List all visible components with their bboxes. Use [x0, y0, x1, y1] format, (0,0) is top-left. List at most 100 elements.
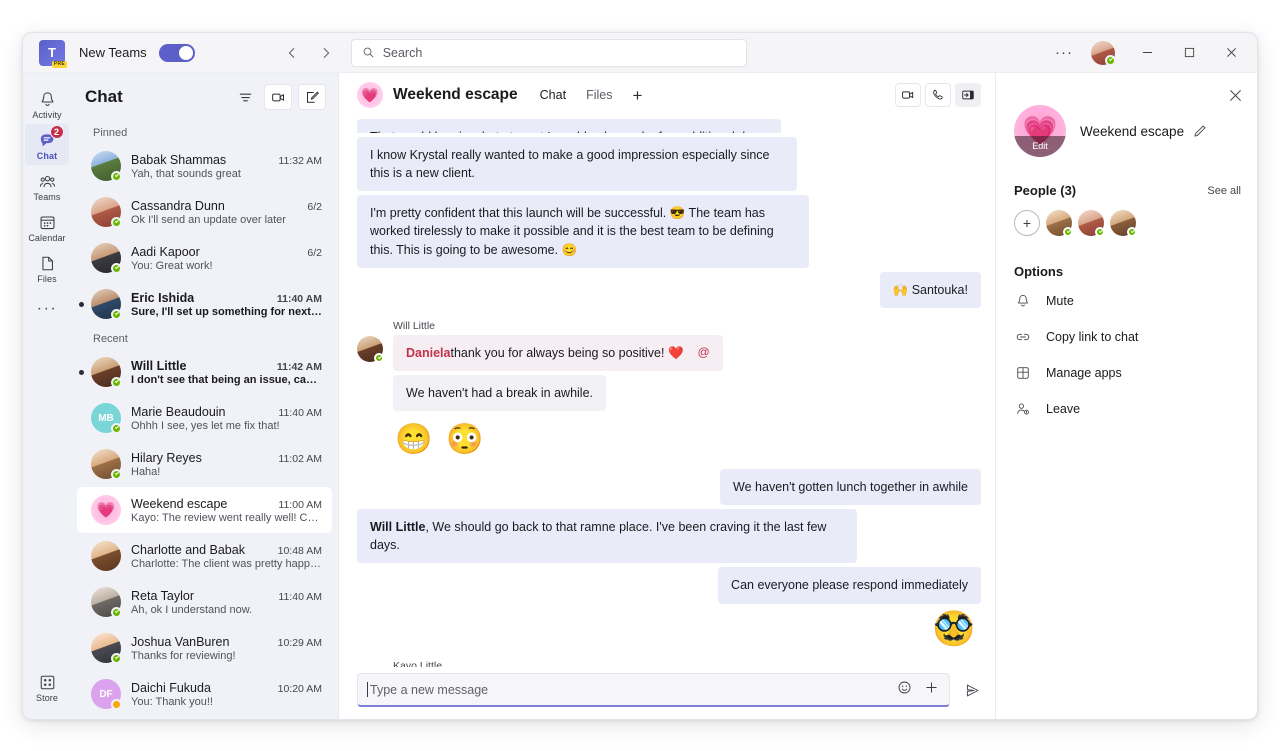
- presence-indicator: [1105, 55, 1116, 66]
- settings-more-button[interactable]: ···: [1049, 39, 1079, 67]
- back-button[interactable]: [279, 40, 305, 66]
- conversation-header: 💗 Weekend escape Chat Files +: [339, 73, 995, 117]
- chat-item-time: 11:02 AM: [272, 453, 322, 465]
- new-teams-toggle[interactable]: [159, 44, 195, 62]
- chat-item-time: 10:48 AM: [272, 545, 322, 557]
- chat-list-item[interactable]: Kadji Bell10:02 AM You: I like the idea,…: [77, 717, 332, 720]
- tab-chat[interactable]: Chat: [532, 84, 574, 106]
- filter-icon[interactable]: [232, 84, 258, 110]
- message-row: I'm pretty confident that this launch wi…: [357, 195, 981, 267]
- option-manage-apps[interactable]: Manage apps: [1014, 359, 1241, 387]
- avatar: [91, 357, 121, 387]
- avatar: [91, 151, 121, 181]
- chat-list-item[interactable]: DF Daichi Fukuda10:20 AM You: Thank you!…: [77, 671, 332, 717]
- close-icon[interactable]: [1225, 85, 1245, 105]
- chat-list-item[interactable]: Reta Taylor11:40 AM Ah, ok I understand …: [77, 579, 332, 625]
- chat-item-preview: Charlotte: The client was pretty happy w…: [131, 558, 322, 570]
- avatar[interactable]: [1110, 210, 1136, 236]
- chat-item-name: Hilary Reyes: [131, 451, 202, 465]
- add-person-button[interactable]: +: [1014, 210, 1040, 236]
- chat-list-item[interactable]: Eric Ishida11:40 AM Sure, I'll set up so…: [77, 281, 332, 327]
- presence-indicator: [111, 263, 122, 274]
- minimize-button[interactable]: [1127, 34, 1167, 72]
- chat-item-content: Weekend escape11:00 AM Kayo: The review …: [131, 497, 322, 524]
- presence-indicator: [111, 469, 122, 480]
- chat-list-item[interactable]: Cassandra Dunn6/2 Ok I'll send an update…: [77, 189, 332, 235]
- presence-indicator: [111, 423, 122, 434]
- close-button[interactable]: [1211, 34, 1251, 72]
- presence-indicator: [111, 377, 122, 388]
- message-row: We haven't gotten lunch together in awhi…: [357, 469, 981, 505]
- option-leave[interactable]: Leave: [1014, 395, 1241, 423]
- person-leave-icon: [1014, 401, 1032, 417]
- composer-actions: [897, 680, 939, 700]
- tab-files[interactable]: Files: [578, 84, 620, 106]
- sidebar-more-button[interactable]: ···: [25, 294, 69, 324]
- chat-item-time: 10:20 AM: [272, 683, 322, 695]
- chat-list-item[interactable]: Charlotte and Babak10:48 AM Charlotte: T…: [77, 533, 332, 579]
- chat-list-item[interactable]: Aadi Kapoor6/2 You: Great work!: [77, 235, 332, 281]
- chat-list-item-weekend-escape[interactable]: 💗 Weekend escape11:00 AM Kayo: The revie…: [77, 487, 332, 533]
- open-panel-button[interactable]: [955, 83, 981, 107]
- account-avatar[interactable]: [1091, 41, 1115, 65]
- chat-item-content: Reta Taylor11:40 AM Ah, ok I understand …: [131, 589, 322, 616]
- teams-logo-letter: T: [48, 46, 56, 59]
- chat-item-preview: Ah, ok I understand now.: [131, 604, 322, 616]
- sidebar-label-activity: Activity: [32, 110, 61, 120]
- message-row: 🙌 Santouka!: [357, 272, 981, 308]
- search-input[interactable]: Search: [351, 39, 747, 67]
- video-call-button[interactable]: [895, 83, 921, 107]
- presence-indicator: [111, 607, 122, 618]
- edit-pencil-icon[interactable]: [1192, 124, 1207, 139]
- sidebar-item-activity[interactable]: Activity: [25, 83, 69, 124]
- chat-item-name: Joshua VanBuren: [131, 635, 229, 649]
- emoji-picker-icon[interactable]: [897, 680, 912, 700]
- chat-item-preview: Sure, I'll set up something for next wee…: [131, 306, 322, 318]
- message-bubble: Can everyone please respond immediately: [718, 567, 981, 603]
- presence-indicator: [1095, 227, 1105, 237]
- teams-icon: [38, 171, 57, 191]
- message-row: 🥸: [357, 612, 981, 646]
- options-title: Options: [1014, 264, 1241, 279]
- add-tab-button[interactable]: +: [624, 87, 650, 104]
- preview-badge: PRE: [52, 61, 67, 68]
- sidebar-item-files[interactable]: Files: [25, 247, 69, 288]
- conversation-actions: [895, 83, 981, 107]
- sidebar-item-chat[interactable]: 2 Chat: [25, 124, 69, 165]
- more-options-icon[interactable]: [924, 680, 939, 700]
- chat-list-item[interactable]: Will Little11:42 AM I don't see that bei…: [77, 349, 332, 395]
- audio-call-button[interactable]: [925, 83, 951, 107]
- calendar-icon: [38, 212, 57, 232]
- group-avatar[interactable]: 💗 Edit: [1014, 105, 1066, 157]
- chat-item-preview: I don't see that being an issue, can tak…: [131, 374, 322, 386]
- message-group-body: Will Little Daniela thank you for always…: [393, 320, 981, 459]
- avatar[interactable]: [1078, 210, 1104, 236]
- chat-list-item[interactable]: MB Marie Beaudouin11:40 AM Ohhh I see, y…: [77, 395, 332, 441]
- option-copy-link[interactable]: Copy link to chat: [1014, 323, 1241, 351]
- message-bubble: I'm pretty confident that this launch wi…: [357, 195, 809, 267]
- forward-button[interactable]: [313, 40, 339, 66]
- chat-list-scroll[interactable]: Pinned Babak Shammas11:32 AM Yah, that s…: [71, 121, 338, 720]
- avatar[interactable]: [1046, 210, 1072, 236]
- chat-list-item[interactable]: Joshua VanBuren10:29 AM Thanks for revie…: [77, 625, 332, 671]
- new-chat-button[interactable]: [298, 84, 326, 110]
- message-bubble: We haven't had a break in awhile.: [393, 375, 606, 411]
- message-thread[interactable]: That would be nice, but at most I would …: [339, 117, 995, 667]
- send-button[interactable]: [964, 682, 981, 699]
- emoji-monocle-icon: 🥸: [933, 612, 975, 646]
- sidebar-label-calendar: Calendar: [28, 233, 65, 243]
- history-nav: [279, 40, 339, 66]
- sidebar-item-teams[interactable]: Teams: [25, 165, 69, 206]
- chat-list-item[interactable]: Hilary Reyes11:02 AM Haha!: [77, 441, 332, 487]
- presence-indicator: [1063, 227, 1073, 237]
- maximize-button[interactable]: [1169, 34, 1209, 72]
- sidebar-item-calendar[interactable]: Calendar: [25, 206, 69, 247]
- message-avatar-wrap: [357, 320, 383, 459]
- teams-window: T PRE New Teams Search ···: [22, 32, 1258, 720]
- meet-now-button[interactable]: [264, 84, 292, 110]
- option-mute[interactable]: Mute: [1014, 287, 1241, 315]
- chat-list-item[interactable]: Babak Shammas11:32 AM Yah, that sounds g…: [77, 143, 332, 189]
- message-input[interactable]: Type a new message: [357, 673, 950, 707]
- sidebar-item-store[interactable]: Store: [25, 666, 69, 707]
- see-all-button[interactable]: See all: [1207, 185, 1241, 197]
